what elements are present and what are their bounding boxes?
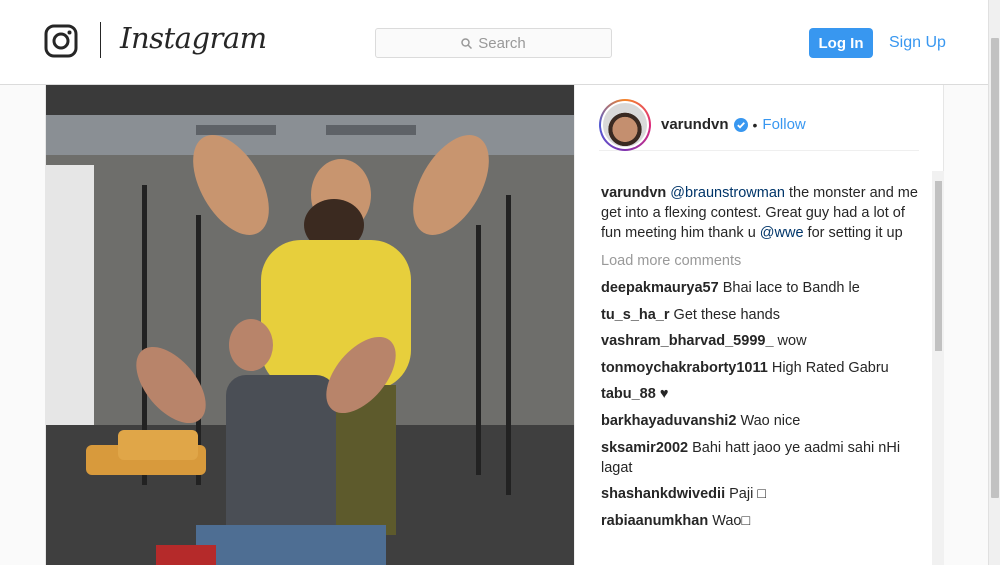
comment-text: Get these hands [673, 306, 780, 323]
comment-item: vashram_bharvad_5999_ wow [601, 331, 919, 351]
sign-up-link[interactable]: Sign Up [889, 34, 946, 52]
comment-item: rabiaanumkhan Wao□ [601, 511, 919, 531]
comment-username[interactable]: shashankdwivedii [601, 486, 725, 502]
follow-button[interactable]: Follow [762, 116, 805, 133]
comment-username[interactable]: vashram_bharvad_5999_ [601, 333, 774, 349]
comments-scrollbar-thumb[interactable] [935, 181, 942, 351]
load-more-comments-button[interactable]: Load more comments [601, 251, 919, 271]
verified-badge-icon [733, 117, 748, 132]
post-container: varundvn • Follow varundvn @braunstrowma… [45, 85, 944, 565]
search-input[interactable]: Search [375, 28, 612, 58]
post-photo-image [46, 85, 574, 565]
caption-username[interactable]: varundvn [601, 185, 666, 201]
comment-item: barkhayaduvanshi2 Wao nice [601, 411, 919, 431]
comment-username[interactable]: tu_s_ha_r [601, 307, 670, 323]
comment-item: tonmoychakraborty1011 High Rated Gabru [601, 358, 919, 378]
comment-text: Bhai lace to Bandh le [722, 280, 860, 296]
comment-text: Paji □ [729, 486, 767, 503]
top-navigation-bar: Instagram Search Log In Sign Up [0, 0, 988, 85]
post-sidebar: varundvn • Follow varundvn @braunstrowma… [574, 85, 944, 565]
instagram-glyph-icon[interactable] [44, 24, 78, 58]
post-photo[interactable] [46, 85, 574, 565]
comment-item: sksamir2002 Bahi hatt jaoo ye aadmi sahi… [601, 438, 919, 478]
comment-username[interactable]: deepakmaurya57 [601, 280, 719, 296]
avatar[interactable] [599, 98, 651, 151]
page-scrollbar-thumb[interactable] [991, 38, 999, 498]
author-username[interactable]: varundvn [661, 116, 729, 133]
comment-text: Wao nice [740, 412, 801, 429]
comment-username[interactable]: tonmoychakraborty1011 [601, 360, 768, 376]
search-placeholder: Search [478, 34, 526, 52]
comment-text: wow [777, 333, 807, 350]
logo-divider [100, 22, 101, 58]
comment-username[interactable]: tabu_88 [601, 386, 656, 402]
comments-scrollbar[interactable] [932, 171, 944, 565]
post-author-header: varundvn • Follow [599, 98, 919, 151]
comment-text: High Rated Gabru [771, 359, 889, 376]
comment-text: ♥ [659, 386, 669, 403]
comment-item: tu_s_ha_r Get these hands [601, 305, 919, 325]
search-icon [461, 37, 473, 49]
comment-username[interactable]: sksamir2002 [601, 440, 688, 456]
caption-text: for setting it up [803, 225, 903, 241]
comment-username[interactable]: rabiaanumkhan [601, 513, 708, 529]
separator-dot: • [752, 116, 758, 133]
comment-item: deepakmaurya57 Bhai lace to Bandh le [601, 278, 919, 298]
comment-item: tabu_88 ♥ [601, 384, 919, 404]
instagram-wordmark[interactable]: Instagram [120, 21, 267, 55]
comment-username[interactable]: barkhayaduvanshi2 [601, 413, 736, 429]
post-caption: varundvn @braunstrowman the monster and … [601, 183, 919, 243]
comments-list: varundvn @braunstrowman the monster and … [601, 183, 919, 537]
mention-link[interactable]: @wwe [760, 225, 804, 241]
mention-link[interactable]: @braunstrowman [670, 185, 785, 201]
comment-item: shashankdwivedii Paji □ [601, 484, 919, 504]
comment-text: Wao□ [712, 512, 751, 529]
log-in-button[interactable]: Log In [809, 28, 873, 58]
page-scrollbar[interactable] [988, 0, 1000, 565]
